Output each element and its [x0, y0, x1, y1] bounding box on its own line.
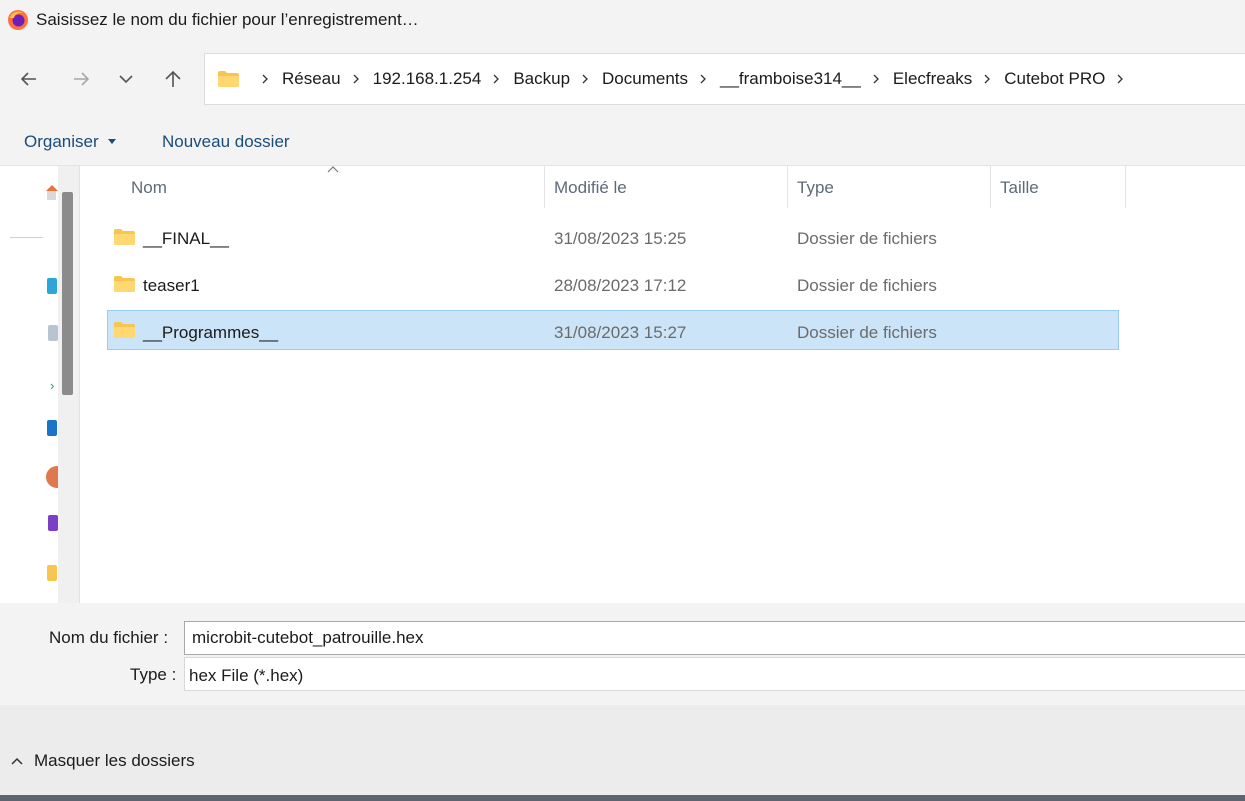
- firefox-icon: [8, 10, 28, 30]
- chevron-right-icon: [580, 74, 590, 84]
- row-name: __Programmes__: [143, 323, 279, 342]
- table-row[interactable]: __FINAL__ 31/08/2023 15:25 Dossier de fi…: [107, 217, 1119, 257]
- breadcrumb-item[interactable]: Backup: [513, 69, 570, 89]
- row-type: Dossier de fichiers: [797, 229, 937, 248]
- chevron-down-icon: [119, 75, 133, 84]
- downloads-icon[interactable]: ›: [50, 378, 54, 393]
- folder-icon[interactable]: [47, 565, 57, 581]
- back-button[interactable]: [11, 61, 47, 97]
- table-row[interactable]: teaser1 28/08/2023 17:12 Dossier de fich…: [107, 264, 1119, 304]
- breadcrumb-item[interactable]: Réseau: [282, 69, 341, 89]
- hide-folders-label: Masquer les dossiers: [34, 751, 195, 770]
- new-folder-button[interactable]: Nouveau dossier: [162, 132, 290, 152]
- chevron-right-icon[interactable]: [1115, 74, 1125, 84]
- row-modified: 28/08/2023 17:12: [554, 276, 687, 295]
- chevron-up-icon: [11, 757, 23, 765]
- nav-scrollbar-thumb[interactable]: [62, 192, 73, 395]
- column-divider[interactable]: [990, 166, 991, 208]
- folder-icon: [114, 322, 135, 338]
- row-type: Dossier de fichiers: [797, 323, 937, 342]
- organize-button[interactable]: Organiser: [24, 132, 99, 152]
- row-type: Dossier de fichiers: [797, 276, 937, 295]
- chevron-right-icon: [871, 74, 881, 84]
- folder-icon: [114, 229, 135, 245]
- breadcrumb-item[interactable]: Documents: [602, 69, 688, 89]
- forward-button[interactable]: [63, 61, 99, 97]
- hide-folders-button[interactable]: Masquer les dossiers: [10, 751, 195, 771]
- column-header-size[interactable]: Taille: [1000, 178, 1039, 198]
- breadcrumb-item[interactable]: __framboise314__: [720, 69, 861, 89]
- arrow-left-icon: [20, 72, 36, 86]
- row-name: teaser1: [143, 276, 200, 295]
- column-header-name[interactable]: Nom: [131, 178, 167, 198]
- filetype-select[interactable]: hex File (*.hex): [184, 657, 1245, 691]
- up-button[interactable]: [155, 61, 191, 97]
- window-title: Saisissez le nom du fichier pour l’enreg…: [36, 10, 419, 29]
- column-divider[interactable]: [544, 166, 545, 208]
- address-bar[interactable]: Réseau 192.168.1.254 Backup Documents __…: [204, 53, 1245, 105]
- caret-down-icon: [108, 139, 116, 144]
- sort-ascending-icon: [327, 166, 339, 173]
- chevron-right-icon: [491, 74, 501, 84]
- desktop-icon[interactable]: [47, 278, 57, 294]
- videos-icon[interactable]: [48, 515, 58, 531]
- row-modified: 31/08/2023 15:27: [554, 323, 687, 342]
- chevron-right-icon: [260, 74, 270, 84]
- background-strip: [0, 795, 1245, 801]
- column-divider[interactable]: [1125, 166, 1126, 208]
- filename-input[interactable]: [184, 621, 1245, 655]
- folder-icon: [114, 276, 135, 292]
- breadcrumb-item[interactable]: 192.168.1.254: [373, 69, 482, 89]
- dialog-footer: [0, 705, 1245, 795]
- home-icon[interactable]: [44, 181, 58, 201]
- filename-label: Nom du fichier :: [49, 628, 169, 647]
- images-icon[interactable]: [47, 420, 57, 436]
- column-header-type[interactable]: Type: [797, 178, 834, 198]
- breadcrumb-item[interactable]: Elecfreaks: [893, 69, 972, 89]
- breadcrumb-item[interactable]: Cutebot PRO: [1004, 69, 1105, 89]
- column-header-modified[interactable]: Modifié le: [554, 178, 627, 198]
- nav-divider: [10, 237, 43, 238]
- row-name: __FINAL__: [143, 229, 229, 248]
- row-modified: 31/08/2023 15:25: [554, 229, 687, 248]
- documents-icon[interactable]: [48, 325, 58, 341]
- table-row-selected[interactable]: __Programmes__ 31/08/2023 15:27 Dossier …: [107, 310, 1119, 350]
- filetype-label: Type :: [130, 665, 177, 684]
- chevron-right-icon: [351, 74, 361, 84]
- arrow-right-icon: [74, 72, 90, 86]
- column-divider[interactable]: [787, 166, 788, 208]
- folder-icon: [218, 71, 239, 87]
- arrow-up-icon: [165, 70, 181, 87]
- chevron-right-icon: [698, 74, 708, 84]
- recent-locations-button[interactable]: [108, 61, 144, 97]
- chevron-right-icon: [982, 74, 992, 84]
